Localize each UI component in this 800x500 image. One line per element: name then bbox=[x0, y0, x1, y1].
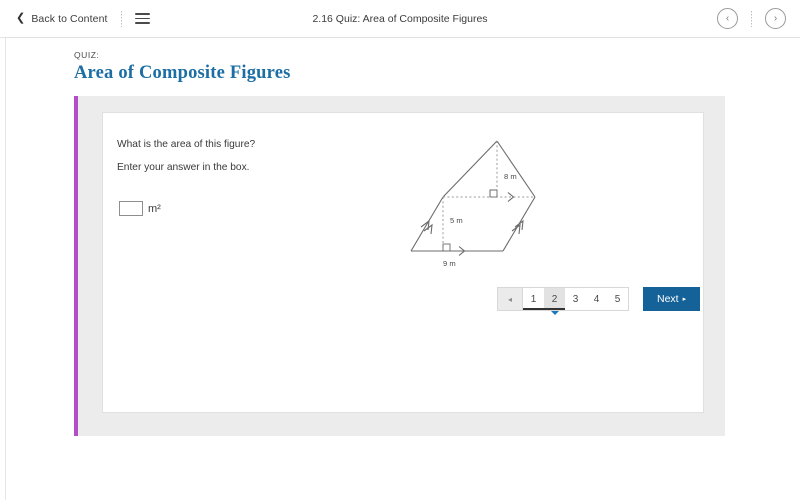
pagination-previous-button[interactable]: ◂ bbox=[497, 287, 523, 311]
hamburger-menu-icon[interactable] bbox=[134, 13, 150, 24]
question-prompt: What is the area of this figure? bbox=[117, 139, 256, 150]
pagination-page-3[interactable]: 3 bbox=[565, 288, 586, 310]
quiz-title: Area of Composite Figures bbox=[74, 63, 291, 83]
chevron-left-icon: ❮ bbox=[16, 12, 26, 24]
quiz-page: ❮ Back to Content 2.16 Quiz: Area of Com… bbox=[0, 0, 800, 500]
right-angle-marker-triangle bbox=[489, 189, 497, 197]
next-page-arrow-icon[interactable]: › bbox=[765, 8, 786, 29]
quiz-kicker: QUIZ: bbox=[74, 50, 100, 60]
question-instruction: Enter your answer in the box. bbox=[117, 162, 250, 173]
triangle-left-side bbox=[442, 140, 498, 198]
label-parallelogram-height: 5 m bbox=[450, 216, 463, 225]
caret-right-icon: ▸ bbox=[682, 296, 687, 303]
accent-bar bbox=[74, 96, 78, 436]
pagination-page-4[interactable]: 4 bbox=[586, 288, 607, 310]
figure-svg: 8 m 5 m 9 m bbox=[410, 140, 536, 268]
quiz-panel: What is the area of this figure? Enter y… bbox=[74, 96, 725, 436]
composite-figure-diagram: 8 m 5 m 9 m bbox=[403, 133, 573, 273]
triangle-right-side bbox=[496, 140, 536, 198]
back-to-content-label: Back to Content bbox=[31, 12, 108, 25]
pagination-page-2[interactable]: 2 bbox=[544, 288, 565, 310]
label-triangle-height: 8 m bbox=[504, 172, 517, 181]
parallelogram-left-side bbox=[410, 196, 444, 252]
back-to-content-button[interactable]: ❮ Back to Content bbox=[16, 13, 108, 25]
answer-unit-label: m² bbox=[148, 202, 161, 215]
pagination-page-1[interactable]: 1 bbox=[523, 288, 544, 310]
topbar-nav-controls: ‹ › bbox=[717, 8, 786, 29]
label-base: 9 m bbox=[443, 259, 456, 268]
answer-input[interactable] bbox=[119, 201, 143, 216]
quiz-heading: QUIZ: Area of Composite Figures bbox=[74, 50, 291, 84]
left-rail bbox=[0, 38, 6, 500]
answer-row: m² bbox=[119, 201, 161, 216]
pagination-number-list: 1 2 3 4 5 bbox=[523, 287, 629, 311]
next-button-label: Next bbox=[657, 293, 679, 305]
question-card: What is the area of this figure? Enter y… bbox=[102, 112, 704, 413]
pagination: ◂ 1 2 3 4 5 Next ▸ bbox=[497, 287, 701, 311]
divider-dotted-right bbox=[751, 10, 752, 27]
divider-dotted-left bbox=[120, 10, 122, 27]
next-question-button[interactable]: Next ▸ bbox=[643, 287, 701, 311]
pagination-page-5[interactable]: 5 bbox=[607, 288, 628, 310]
previous-page-arrow-icon[interactable]: ‹ bbox=[717, 8, 738, 29]
top-navigation-bar: ❮ Back to Content 2.16 Quiz: Area of Com… bbox=[0, 0, 800, 38]
